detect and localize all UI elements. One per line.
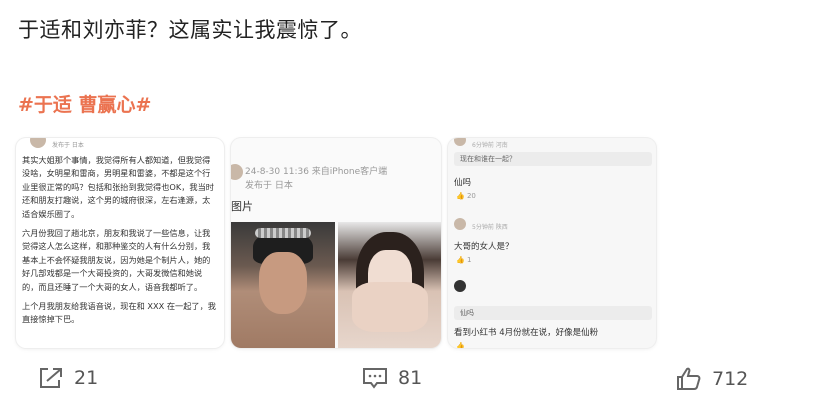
card1-body: 其实大姐那个事情，我觉得所有人都知道，但我觉得没啥，女明星和雷商，男明星和雷婆，…: [22, 154, 218, 333]
like-icon: [677, 367, 701, 390]
card1-meta: 发布于 日本: [52, 142, 84, 149]
hashtag-link[interactable]: #于适 曹赢心#: [18, 90, 151, 117]
photo-man: [231, 222, 335, 348]
comment-text: 看到小红书 4月份就在说，好像是仙粉: [454, 328, 599, 338]
like-count: 👍 20: [456, 192, 476, 200]
post-text: 于适和刘亦菲？这属实让我震惊了。: [18, 18, 362, 42]
comment-meta: 6分钟前 河南: [472, 142, 508, 149]
avatar: [454, 138, 466, 146]
avatar: [454, 280, 466, 292]
like-count: 👍 1: [456, 256, 472, 264]
card1-paragraph: 六月份我回了趟北京，朋友和我说了一些信息，让我觉得这人怎么这样，和那种鉴交的人有…: [22, 228, 211, 292]
card2-location: 发布于 日本: [245, 181, 293, 191]
photo-woman: [338, 222, 441, 348]
share-count: 21: [74, 367, 99, 389]
card1-paragraph: 其实大姐那个事情，我觉得所有人都知道，但我觉得没啥，女明星和雷商，男明星和雷婆，…: [22, 155, 214, 219]
comment-text: 仙吗: [454, 178, 472, 188]
card1-paragraph: 上个月我朋友给我语音说，现在和 XXX 在一起了，我直接惊掉下巴。: [22, 301, 216, 325]
share-icon: [40, 368, 62, 388]
image-thumbnail-2[interactable]: 24-8-30 11:36 来自iPhone客户端 发布于 日本 图片: [231, 138, 441, 348]
card2-label: 图片: [231, 200, 253, 213]
share-button[interactable]: 21: [38, 366, 98, 390]
avatar: [30, 138, 46, 148]
avatar: [231, 164, 243, 180]
quoted-comment: 现在和谁在一起？: [454, 152, 652, 166]
image-thumbnail-1[interactable]: 发布于 日本 其实大姐那个事情，我觉得所有人都知道，但我觉得没啥，女明星和雷商，…: [16, 138, 224, 348]
comment-button[interactable]: 81: [362, 366, 422, 390]
like-count: 712: [712, 368, 749, 390]
quoted-comment: 仙吗: [454, 306, 652, 320]
avatar: [454, 218, 466, 230]
comment-text: 大哥的女人是？: [454, 242, 514, 252]
comment-count: 81: [398, 367, 423, 389]
comment-icon: [363, 368, 387, 389]
card2-time: 24-8-30 11:36 来自iPhone客户端: [245, 167, 388, 177]
like-count: 👍: [456, 342, 465, 348]
comment-meta: 5分钟前 陕西: [472, 224, 508, 231]
image-thumbnail-3[interactable]: 6分钟前 河南 现在和谁在一起？ 仙吗 👍 20 5分钟前 陕西 大哥的女人是？…: [448, 138, 656, 348]
like-button[interactable]: 712: [676, 366, 748, 392]
